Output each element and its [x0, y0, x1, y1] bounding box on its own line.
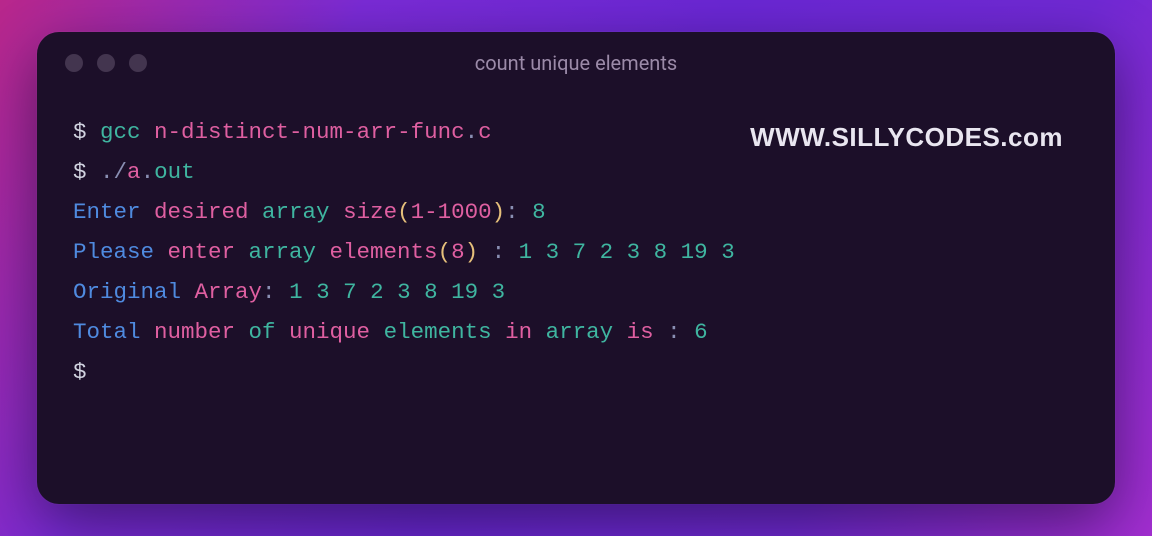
array-values: 1 3 7 2 3 8 19 3	[289, 279, 505, 305]
terminal-body[interactable]: WWW.SILLYCODES.com $ gcc n-distinct-num-…	[37, 94, 1115, 504]
user-input: 8	[532, 199, 546, 225]
paren: )	[492, 199, 506, 225]
file-ext: c	[478, 119, 492, 145]
output-word: elements	[330, 239, 438, 265]
slash: /	[114, 159, 128, 185]
paren: )	[465, 239, 479, 265]
output-word: in	[505, 319, 546, 345]
terminal-line: Please enter array elements(8) : 1 3 7 2…	[73, 232, 1079, 272]
dot: .	[141, 159, 155, 185]
output-word: enter	[168, 239, 249, 265]
output-word: unique	[289, 319, 384, 345]
output-word: desired	[154, 199, 262, 225]
paren: (	[438, 239, 452, 265]
terminal-line: Enter desired array size(1-1000): 8	[73, 192, 1079, 232]
terminal-line: Total number of unique elements in array…	[73, 312, 1079, 352]
output-word: number	[154, 319, 249, 345]
output-word: Total	[73, 319, 154, 345]
dot: .	[465, 119, 479, 145]
colon: :	[492, 239, 519, 265]
window-controls	[65, 54, 147, 72]
colon: :	[667, 319, 694, 345]
output-word: is	[627, 319, 668, 345]
number: 8	[451, 239, 465, 265]
space	[478, 239, 492, 265]
output-word: Enter	[73, 199, 154, 225]
colon: :	[505, 199, 532, 225]
prompt-symbol: $	[73, 359, 100, 385]
prompt-symbol: $	[73, 119, 100, 145]
watermark: WWW.SILLYCODES.com	[750, 114, 1063, 160]
filename: n-distinct-num-arr-func	[154, 119, 465, 145]
number: 1	[411, 199, 425, 225]
dot: .	[100, 159, 114, 185]
user-input: 1 3 7 2 3 8 19 3	[519, 239, 735, 265]
executable-ext: out	[154, 159, 195, 185]
command: gcc	[100, 119, 154, 145]
output-word: size	[343, 199, 397, 225]
number: 1000	[438, 199, 492, 225]
dash: -	[424, 199, 438, 225]
output-word: array	[249, 239, 330, 265]
result-value: 6	[694, 319, 708, 345]
output-word: array	[262, 199, 343, 225]
output-word: of	[249, 319, 290, 345]
title-bar: count unique elements	[37, 32, 1115, 94]
close-icon[interactable]	[65, 54, 83, 72]
prompt-symbol: $	[73, 159, 100, 185]
output-word: elements	[384, 319, 506, 345]
terminal-window: count unique elements WWW.SILLYCODES.com…	[37, 32, 1115, 504]
output-word: Original	[73, 279, 195, 305]
colon: :	[262, 279, 289, 305]
window-title: count unique elements	[37, 51, 1115, 75]
maximize-icon[interactable]	[129, 54, 147, 72]
output-word: array	[546, 319, 627, 345]
paren: (	[397, 199, 411, 225]
minimize-icon[interactable]	[97, 54, 115, 72]
output-word: Array	[195, 279, 263, 305]
executable: a	[127, 159, 141, 185]
output-word: Please	[73, 239, 168, 265]
terminal-line: $	[73, 352, 1079, 392]
terminal-line: Original Array: 1 3 7 2 3 8 19 3	[73, 272, 1079, 312]
